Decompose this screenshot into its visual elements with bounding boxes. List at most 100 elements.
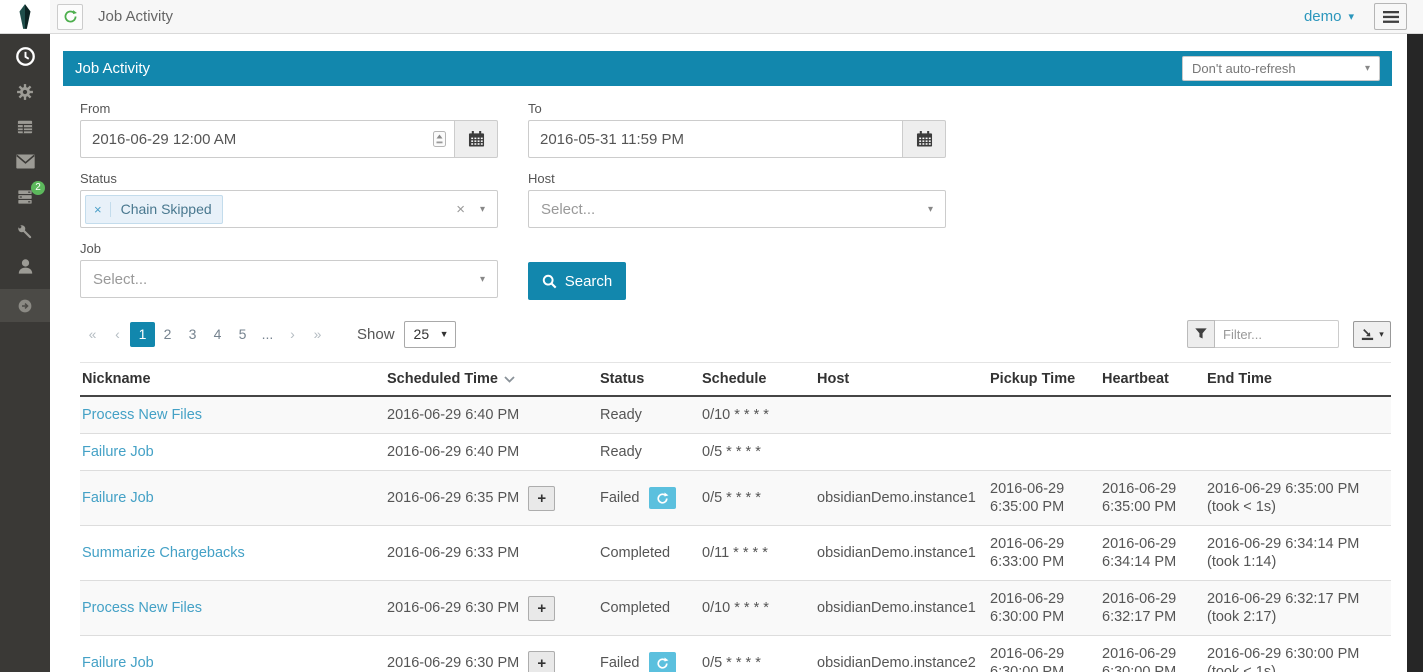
job-link[interactable]: Failure Job — [82, 490, 154, 506]
search-icon — [542, 274, 557, 289]
sidebar: 2 — [0, 34, 50, 672]
cell-scheduled-time: 2016-06-29 6:35 PM + — [385, 471, 598, 526]
job-select[interactable]: Select... ▾ — [80, 260, 498, 298]
cell-scheduled-time: 2016-06-29 6:40 PM — [385, 396, 598, 434]
cell-nickname: Failure Job — [80, 636, 385, 672]
header-scheduled-time[interactable]: Scheduled Time — [385, 363, 598, 397]
status-multiselect[interactable]: × Chain Skipped × ▾ — [80, 190, 498, 228]
cell-nickname: Failure Job — [80, 434, 385, 471]
cell-pickup-time — [988, 396, 1100, 434]
resubmit-button[interactable] — [649, 487, 676, 509]
sidebar-collapse-toggle[interactable] — [0, 289, 50, 322]
job-link[interactable]: Failure Job — [82, 655, 154, 671]
menu-button[interactable] — [1374, 3, 1407, 30]
page-link[interactable]: › — [280, 322, 305, 347]
page-link[interactable]: 5 — [230, 322, 255, 347]
page-size-value: 25 — [414, 326, 430, 342]
servers-badge: 2 — [31, 181, 45, 195]
cell-schedule: 0/11 * * * * — [700, 526, 815, 581]
to-calendar-button[interactable] — [903, 120, 946, 158]
search-group: Search — [528, 241, 946, 300]
from-input[interactable] — [80, 120, 455, 158]
page-link[interactable]: 3 — [180, 322, 205, 347]
cell-heartbeat: 2016-06-29 6:30:00 PM — [1100, 636, 1205, 672]
status-value: Completed — [600, 599, 670, 617]
export-button[interactable]: ▾ — [1353, 321, 1391, 348]
user-menu[interactable]: demo ▾ — [1304, 8, 1354, 25]
job-link[interactable]: Summarize Chargebacks — [82, 545, 245, 561]
page-link[interactable]: 4 — [205, 322, 230, 347]
job-link[interactable]: Failure Job — [82, 444, 154, 460]
calendar-icon — [468, 131, 485, 147]
sidebar-item-job-activity[interactable] — [0, 39, 50, 74]
user-icon — [16, 257, 35, 276]
chevron-down-icon: ▾ — [480, 274, 485, 285]
from-calendar-button[interactable] — [455, 120, 498, 158]
refresh-button[interactable] — [57, 4, 83, 30]
cell-end-time: 2016-06-29 6:30:00 PM (took < 1s) — [1205, 636, 1391, 672]
input-stepper-icon[interactable] — [433, 131, 446, 147]
calendar-icon — [916, 131, 933, 147]
expand-button[interactable]: + — [528, 486, 555, 511]
expand-button[interactable]: + — [528, 596, 555, 621]
gear-icon — [15, 82, 35, 102]
sidebar-item-messages[interactable] — [0, 144, 50, 179]
sidebar-item-tools[interactable] — [0, 214, 50, 249]
resubmit-button[interactable] — [649, 652, 676, 672]
table-row: Process New Files2016-06-29 6:30 PM+Comp… — [80, 581, 1391, 636]
header-nickname[interactable]: Nickname — [80, 363, 385, 397]
cell-end-time: 2016-06-29 6:34:14 PM (took 1:14) — [1205, 526, 1391, 581]
cell-end-time — [1205, 434, 1391, 471]
job-link[interactable]: Process New Files — [82, 600, 202, 616]
expand-button[interactable]: + — [528, 651, 555, 672]
chevron-down-icon: ▾ — [928, 204, 933, 215]
host-select[interactable]: Select... ▾ — [528, 190, 946, 228]
cell-status: Ready — [598, 396, 700, 434]
panel-title: Job Activity — [75, 60, 150, 77]
header-host[interactable]: Host — [815, 363, 988, 397]
page-link[interactable]: « — [80, 322, 105, 347]
page-link[interactable]: » — [305, 322, 330, 347]
cell-schedule: 0/5 * * * * — [700, 434, 815, 471]
header-pickup-time[interactable]: Pickup Time — [988, 363, 1100, 397]
tag-remove-button[interactable]: × — [86, 202, 111, 217]
page-current[interactable]: 1 — [130, 322, 155, 347]
from-label: From — [80, 101, 498, 116]
cell-heartbeat: 2016-06-29 6:34:14 PM — [1100, 526, 1205, 581]
resubmit-icon — [656, 657, 669, 670]
page-title: Job Activity — [98, 8, 173, 25]
job-label: Job — [80, 241, 498, 256]
list-toolbar: «‹12345...›» Show 25 ▼ — [80, 320, 1391, 348]
cell-nickname: Process New Files — [80, 581, 385, 636]
auto-refresh-select[interactable]: Don't auto-refresh ▾ — [1182, 56, 1380, 81]
job-link[interactable]: Process New Files — [82, 407, 202, 423]
search-button-label: Search — [565, 273, 613, 290]
sidebar-item-settings[interactable] — [0, 74, 50, 109]
table-row: Process New Files 2016-06-29 6:40 PMReady… — [80, 396, 1391, 434]
sidebar-item-servers[interactable]: 2 — [0, 179, 50, 214]
cell-host — [815, 434, 988, 471]
page-link[interactable]: 2 — [155, 322, 180, 347]
cell-status: Failed — [598, 636, 700, 672]
sort-desc-icon — [504, 376, 515, 383]
main-content: Job Activity Don't auto-refresh ▾ From — [50, 34, 1407, 672]
header-end-time[interactable]: End Time — [1205, 363, 1391, 397]
page-link[interactable]: ‹ — [105, 322, 130, 347]
to-input[interactable] — [528, 120, 903, 158]
host-placeholder: Select... — [541, 201, 595, 218]
header-status[interactable]: Status — [598, 363, 700, 397]
status-value: Failed — [600, 489, 640, 507]
scheduled-time-value: 2016-06-29 6:35 PM — [387, 489, 519, 507]
sidebar-item-users[interactable] — [0, 249, 50, 284]
filter-input[interactable] — [1215, 320, 1339, 348]
sidebar-item-log[interactable] — [0, 109, 50, 144]
wrench-icon — [15, 222, 35, 242]
header-schedule[interactable]: Schedule — [700, 363, 815, 397]
cell-status: Completed — [598, 581, 700, 636]
clear-icon[interactable]: × — [456, 201, 465, 218]
search-button[interactable]: Search — [528, 262, 626, 300]
page-size-select[interactable]: 25 ▼ — [404, 321, 456, 348]
page-background-strip — [1407, 34, 1423, 672]
header-heartbeat[interactable]: Heartbeat — [1100, 363, 1205, 397]
cell-status: Ready — [598, 434, 700, 471]
